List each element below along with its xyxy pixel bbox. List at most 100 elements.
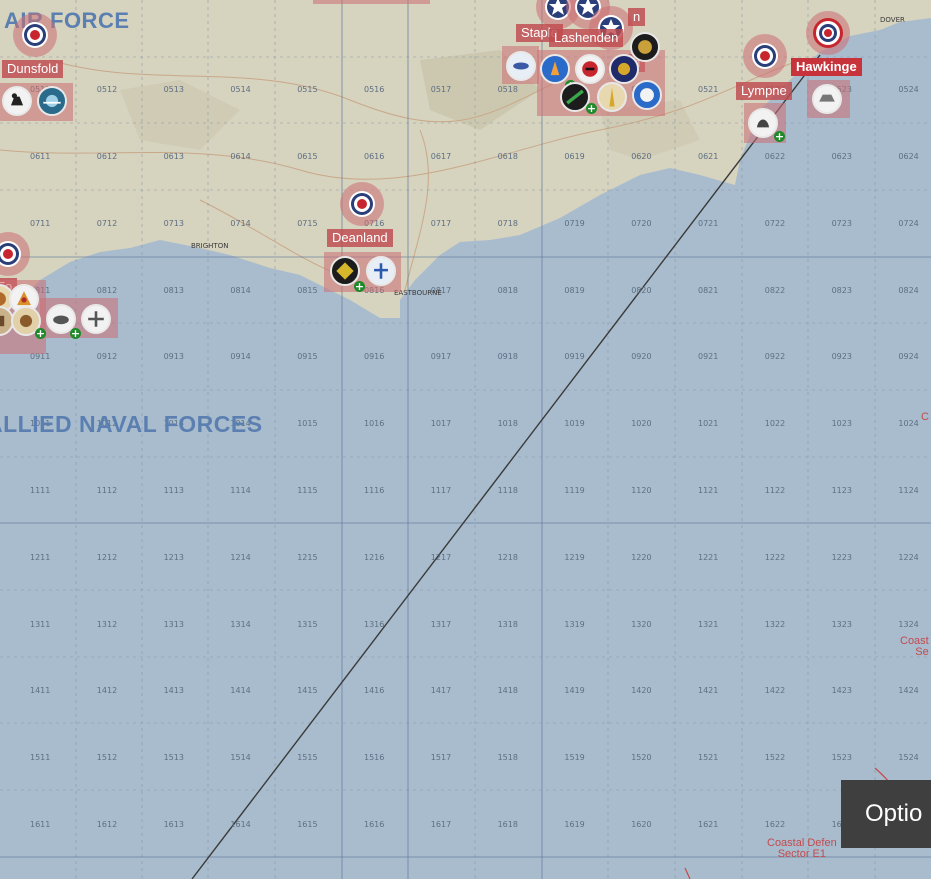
grid-cell-label: 0722: [764, 218, 786, 228]
map-canvas[interactable]: 0511051205130514051505160517051805190520…: [0, 0, 931, 879]
grid-cell-label: 1119: [564, 486, 585, 495]
grid-cell-label: 1612: [96, 820, 118, 829]
airfield-label-lashenden[interactable]: Lashenden: [549, 29, 624, 47]
grid-cell-label: 1115: [297, 486, 318, 495]
grid-cell-label: 0514: [230, 85, 251, 95]
squadron-emblem[interactable]: [632, 80, 662, 110]
grid-cell-label: 0724: [898, 218, 919, 228]
airfield-roundel[interactable]: [806, 11, 850, 55]
grid-cell-label: 1117: [430, 486, 452, 495]
grid-cell-label: 1613: [163, 820, 184, 829]
grid-cell-label: 1120: [631, 486, 652, 495]
grid-cell-label: 1314: [230, 619, 251, 629]
add-squadron-icon[interactable]: +: [774, 131, 785, 142]
grid-cell-label: 1017: [430, 419, 452, 429]
add-squadron-icon[interactable]: +: [35, 328, 46, 339]
grid-cell-label: 1411: [30, 686, 51, 696]
airfield-label-hawkinge[interactable]: Hawkinge: [791, 58, 862, 76]
grid-cell-label: 1015: [297, 419, 318, 429]
grid-cell-label: 0715: [297, 218, 318, 228]
grid-cell-label: 0712: [96, 218, 118, 228]
grid-cell-label: 1213: [163, 552, 184, 562]
grid-cell-label: 0923: [831, 352, 852, 362]
squadron-emblem[interactable]: [630, 32, 660, 62]
grid-cell-label: 1221: [698, 552, 719, 562]
grid-cell-label: 0720: [631, 218, 652, 228]
airfield-label-third[interactable]: n: [628, 8, 646, 26]
grid-cell-label: 0714: [230, 218, 251, 228]
grid-cell-label: 0718: [497, 218, 518, 228]
grid-cell-label: 0912: [96, 352, 118, 362]
airfield-roundel[interactable]: [13, 13, 57, 57]
sector-label-coastal-e1: Coastal Defen Sector E1: [767, 838, 837, 860]
grid-cell-label: 1311: [30, 619, 51, 629]
grid-cell-label: 0524: [898, 85, 919, 95]
grid-cell-label: 1124: [898, 486, 919, 495]
grid-cell-label: 1412: [96, 686, 118, 696]
grid-cell-label: 1315: [297, 619, 318, 629]
sector-label-line: Se: [915, 646, 929, 658]
grid-cell-label: 0723: [831, 218, 852, 228]
airfield-roundel[interactable]: [340, 182, 384, 226]
add-squadron-icon[interactable]: +: [354, 281, 365, 292]
grid-cell-label: 1116: [364, 486, 385, 495]
grid-cell-label: 1621: [698, 820, 719, 829]
grid-cell-label: 0818: [497, 285, 518, 295]
grid-cell-label: 1413: [163, 686, 184, 696]
squadron-emblem[interactable]: [81, 304, 111, 334]
grid-cell-label: 0921: [698, 352, 719, 362]
grid-cell-label: 1112: [96, 486, 118, 495]
airfield-label-dunsfold[interactable]: Dunsfold: [2, 60, 64, 78]
squadron-emblem[interactable]: [575, 54, 605, 84]
grid-cell-label: 1114: [230, 486, 251, 495]
squadron-emblem[interactable]: [37, 86, 67, 116]
grid-cell-label: 1323: [831, 619, 852, 629]
grid-cell-label: 1622: [764, 820, 786, 829]
town-brighton: BRIGHTON: [191, 242, 229, 250]
options-button[interactable]: Optio: [841, 780, 931, 848]
squadron-emblem[interactable]: [366, 256, 396, 286]
grid-cell-label: 1424: [898, 686, 919, 696]
grid-cell-label: 0812: [96, 285, 118, 295]
grid-cell-label: 0623: [831, 152, 852, 161]
grid-cell-label: 1416: [364, 686, 385, 696]
grid-cell-label: 0713: [163, 218, 184, 228]
grid-cell-label: 1222: [764, 552, 786, 562]
grid-cell-label: 1022: [764, 419, 786, 429]
squadron-group: [313, 0, 430, 4]
squadron-emblem[interactable]: [506, 51, 536, 81]
add-squadron-icon[interactable]: +: [70, 328, 81, 339]
grid-cell-label: 1611: [30, 820, 51, 829]
squadron-emblem[interactable]: [597, 82, 627, 112]
grid-cell-label: 0820: [631, 285, 652, 295]
grid-cell-label: 1219: [564, 552, 585, 562]
grid-cell-label: 0618: [497, 152, 518, 161]
town-eastbourne: EASTBOURNE: [394, 289, 442, 297]
grid-cell-label: 1511: [30, 753, 51, 763]
grid-cell-label: 1217: [430, 552, 452, 562]
grid-cell-label: 0813: [163, 285, 184, 295]
grid-cell-label: 1420: [631, 686, 652, 696]
grid-cell-label: 0624: [898, 152, 919, 161]
airfield-label-deanland[interactable]: Deanland: [327, 229, 393, 247]
grid-cell-label: 0711: [30, 218, 51, 228]
grid-cell-label: 1312: [96, 619, 118, 629]
airfield-label-lympne[interactable]: Lympne: [736, 82, 792, 100]
grid-cell-label: 1016: [364, 419, 385, 429]
grid-cell-label: 0918: [497, 352, 518, 362]
grid-cell-label: 0815: [297, 285, 318, 295]
grid-cell-label: 1313: [163, 619, 184, 629]
airfield-roundel[interactable]: [743, 34, 787, 78]
squadron-emblem[interactable]: [812, 84, 842, 114]
squadron-emblem[interactable]: [2, 86, 32, 116]
grid-cell-label: 0616: [364, 152, 385, 161]
grid-cell-label: 1216: [364, 552, 385, 562]
grid-cell-label: 1118: [497, 486, 518, 495]
add-squadron-icon[interactable]: +: [586, 103, 597, 114]
grid-cell-label: 1514: [230, 753, 251, 763]
airfield-roundel[interactable]: [0, 232, 30, 276]
grid-cell-label: 1513: [163, 753, 184, 763]
grid-cell-label: 1214: [230, 552, 251, 562]
grid-cell-label: 0521: [698, 85, 719, 95]
grid-cell-label: 1524: [898, 753, 919, 763]
